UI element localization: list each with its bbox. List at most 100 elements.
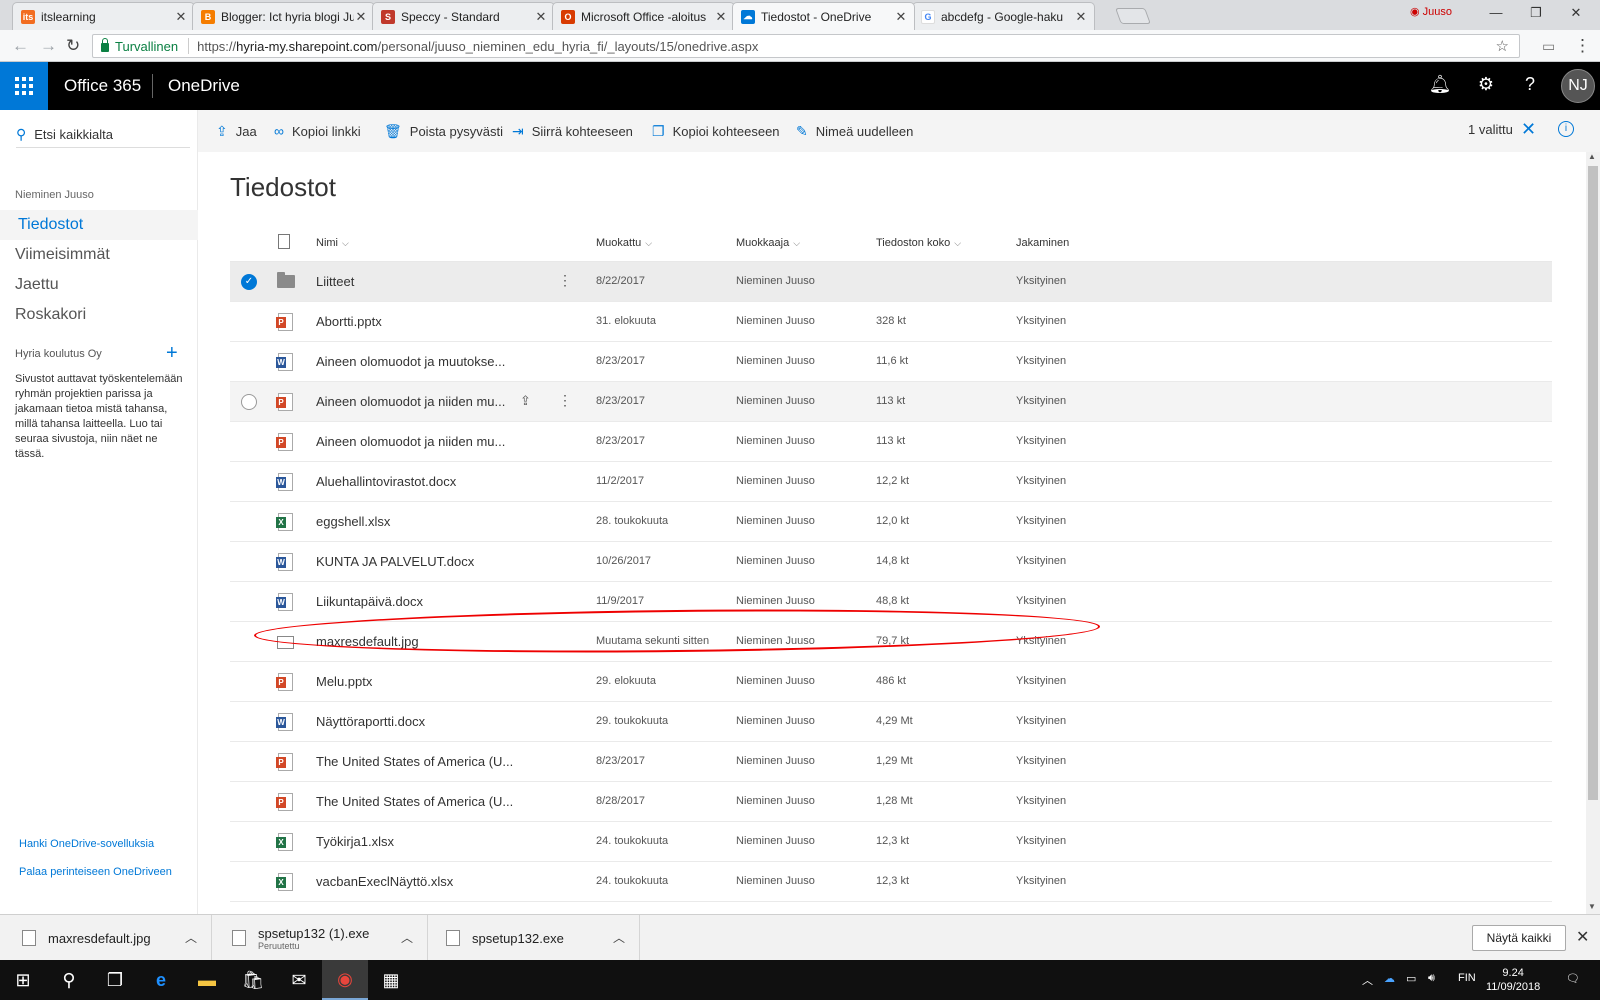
scrollbar-thumb[interactable] [1588, 166, 1598, 800]
close-tab-icon[interactable]: ✕ [1074, 9, 1088, 25]
file-type-header-icon[interactable] [278, 234, 290, 252]
nav-item-recent[interactable]: Viimeisimmät [0, 240, 198, 270]
browser-tab-active[interactable]: ☁ Tiedostot - OneDrive ✕ [732, 2, 915, 30]
rename-button[interactable]: ✎ Nimeä uudelleen [796, 110, 913, 152]
volume-icon[interactable]: 🔊︎ [1428, 972, 1435, 985]
table-row[interactable]: P The United States of America (U... 8/28/… [230, 782, 1552, 822]
mail-icon[interactable]: ✉ [276, 960, 322, 1000]
download-item[interactable]: spsetup132.exe ︿ [428, 915, 640, 961]
file-name-link[interactable]: Melu.pptx [316, 674, 372, 689]
download-item[interactable]: spsetup132 (1).exe Peruutettu ︿ [212, 915, 428, 961]
file-name-link[interactable]: KUNTA JA PALVELUT.docx [316, 554, 474, 569]
table-row[interactable]: P Abortti.pptx 31. elokuuta Nieminen Juuso 3… [230, 302, 1552, 342]
store-icon[interactable]: 🛍︎ [230, 960, 276, 1000]
app-icon[interactable]: ▦ [368, 960, 414, 1000]
nav-item-shared[interactable]: Jaettu [0, 270, 198, 300]
row-checkbox[interactable] [241, 394, 257, 410]
table-row[interactable]: W Aineen olomuodot ja muutokse... 8/23/201… [230, 342, 1552, 382]
chrome-profile-chip[interactable]: ◉ Juuso [1410, 5, 1452, 18]
chevron-up-icon[interactable]: ︿ [401, 929, 413, 946]
table-row[interactable]: Xeggshell.xlsx 28. toukokuuta Nieminen Juu… [230, 502, 1552, 542]
office365-brand[interactable]: Office 365 [64, 76, 141, 96]
share-button[interactable]: ⇪ Jaa [216, 110, 257, 152]
classic-onedrive-link[interactable]: Palaa perinteiseen OneDriveen [19, 866, 172, 878]
file-name-link[interactable]: Liikuntapäivä.docx [316, 594, 423, 609]
extension-icon[interactable]: ▭ [1542, 38, 1555, 55]
edge-icon[interactable]: e [138, 960, 184, 1000]
table-row[interactable]: maxresdefault.jpg Muutama sekunti sitten N… [230, 622, 1552, 662]
back-icon[interactable]: ← [12, 36, 29, 56]
close-tab-icon[interactable]: ✕ [714, 9, 728, 25]
scroll-up-icon[interactable]: ▲ [1588, 152, 1596, 161]
row-checkbox-checked[interactable]: ✓ [241, 274, 257, 290]
file-name-link[interactable]: Liitteet [316, 274, 354, 289]
browser-tab[interactable]: B Blogger: Ict hyria blogi Ju ✕ [192, 2, 375, 30]
forward-icon[interactable]: → [40, 36, 57, 56]
app-launcher-icon[interactable] [0, 62, 48, 110]
app-name[interactable]: OneDrive [168, 76, 240, 96]
table-row[interactable]: XvacbanExeclNäyttö.xlsx 24. toukokuuta Nie… [230, 862, 1552, 902]
tray-expand-icon[interactable]: ︿ [1362, 972, 1373, 988]
close-downloads-icon[interactable]: ✕ [1576, 927, 1589, 947]
share-icon[interactable]: ⇪ [520, 393, 531, 409]
vertical-scrollbar[interactable]: ▲ ▼ [1586, 152, 1600, 914]
column-header-modified[interactable]: Muokattu ⌵ [596, 237, 652, 249]
table-row[interactable]: P The United States of America (U... 8/23/… [230, 742, 1552, 782]
minimize-icon[interactable]: — [1476, 2, 1516, 24]
file-name-link[interactable]: Abortti.pptx [316, 314, 382, 329]
browser-tab[interactable]: G abcdefg - Google-haku ✕ [912, 2, 1095, 30]
file-explorer-icon[interactable]: ▬ [184, 960, 230, 1000]
close-tab-icon[interactable]: ✕ [354, 9, 368, 25]
table-row[interactable]: W KUNTA JA PALVELUT.docx 10/26/2017 Niemine… [230, 542, 1552, 582]
file-name-link[interactable]: Aineen olomuodot ja niiden mu... [316, 394, 505, 409]
file-name-link[interactable]: Aineen olomuodot ja muutokse... [316, 354, 505, 369]
file-name-link[interactable]: maxresdefault.jpg [316, 634, 419, 649]
close-window-icon[interactable]: ✕ [1556, 2, 1596, 24]
file-name-link[interactable]: vacbanExeclNäyttö.xlsx [316, 874, 453, 889]
user-avatar[interactable]: NJ [1561, 69, 1595, 103]
browser-tab[interactable]: S Speccy - Standard ✕ [372, 2, 555, 30]
notifications-bell-icon[interactable]: 🔔︎ [1428, 74, 1452, 95]
secure-indicator[interactable]: Turvallinen [101, 37, 178, 54]
action-center-icon[interactable]: 🗨︎ [1566, 972, 1580, 985]
chevron-up-icon[interactable]: ︿ [185, 929, 197, 946]
search-icon[interactable]: ⚲ [46, 960, 92, 1000]
chrome-icon[interactable]: ◉ [322, 960, 368, 1000]
copy-to-button[interactable]: ❐ Kopioi kohteeseen [652, 110, 780, 152]
column-header-size[interactable]: Tiedoston koko ⌵ [876, 237, 961, 249]
table-row[interactable]: P Melu.pptx 29. elokuuta Nieminen Juuso 486 … [230, 662, 1552, 702]
url-input[interactable]: Turvallinen https://hyria-my.sharepoint.… [92, 34, 1520, 58]
search-box[interactable]: ⚲ Etsi kaikkialta [16, 122, 190, 148]
language-indicator[interactable]: FIN [1458, 972, 1476, 984]
column-header-sharing[interactable]: Jakaminen [1016, 237, 1069, 249]
reload-icon[interactable]: ↻ [66, 36, 80, 56]
get-apps-link[interactable]: Hanki OneDrive-sovelluksia [19, 838, 154, 850]
file-name-link[interactable]: Näyttöraportti.docx [316, 714, 425, 729]
windows-start-icon[interactable]: ⊞ [0, 960, 46, 1000]
file-name-link[interactable]: eggshell.xlsx [316, 514, 390, 529]
file-name-link[interactable]: The United States of America (U... [316, 754, 513, 769]
move-to-button[interactable]: ⇥ Siirrä kohteeseen [512, 110, 633, 152]
new-tab-button[interactable] [1115, 8, 1151, 24]
table-row[interactable]: ✓ Liitteet ⋮ 8/22/2017 Nieminen Juuso Yksityi… [230, 262, 1552, 302]
close-tab-icon[interactable]: ✕ [534, 9, 548, 25]
task-view-icon[interactable]: ❐ [92, 960, 138, 1000]
clock[interactable]: 9.24 11/09/2018 [1486, 966, 1540, 994]
table-row[interactable]: X Työkirja1.xlsx 24. toukokuuta Nieminen Ju… [230, 822, 1552, 862]
file-name-link[interactable]: Työkirja1.xlsx [316, 834, 394, 849]
nav-item-files[interactable]: Tiedostot [0, 210, 198, 240]
add-site-icon[interactable]: + [166, 342, 178, 365]
clear-selection-icon[interactable]: ✕ [1521, 119, 1536, 140]
browser-tab[interactable]: its itslearning ✕ [12, 2, 195, 30]
scroll-down-icon[interactable]: ▼ [1588, 902, 1596, 911]
more-actions-icon[interactable]: ⋮ [558, 392, 572, 409]
table-row[interactable]: W Aluehallintovirastot.docx 11/2/2017 Niemi… [230, 462, 1552, 502]
more-actions-icon[interactable]: ⋮ [558, 272, 572, 289]
network-icon[interactable]: ▭ [1406, 972, 1416, 985]
table-row[interactable]: W Näyttöraportti.docx 29. toukokuuta Niemin… [230, 702, 1552, 742]
download-item[interactable]: maxresdefault.jpg ︿ [0, 915, 212, 961]
column-header-modified-by[interactable]: Muokkaaja ⌵ [736, 237, 800, 249]
file-name-link[interactable]: Aineen olomuodot ja niiden mu... [316, 434, 505, 449]
settings-gear-icon[interactable]: ⚙ [1474, 74, 1498, 95]
copy-link-button[interactable]: ∞ Kopioi linkki [274, 110, 361, 152]
